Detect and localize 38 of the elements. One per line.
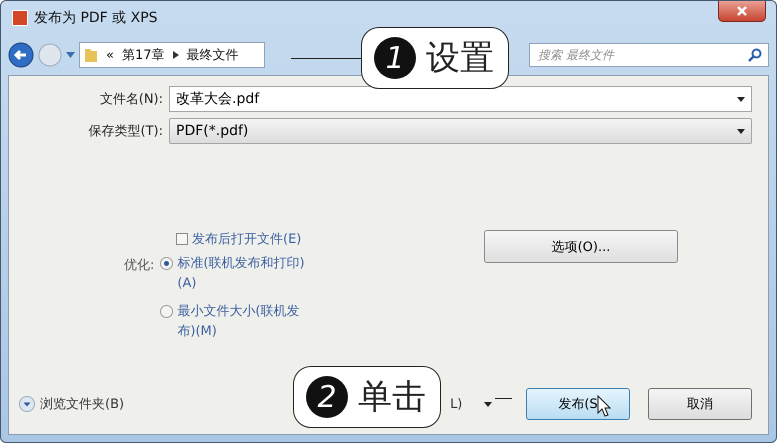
search-field[interactable]: 搜索 最终文件 xyxy=(529,43,769,67)
step-text: 设置 xyxy=(426,37,494,80)
breadcrumb-overflow[interactable]: « xyxy=(106,48,114,62)
tools-button[interactable]: L) xyxy=(450,396,492,412)
dropdown-arrow-icon[interactable] xyxy=(737,96,745,102)
radio-label[interactable]: 标准(联机发布和打印)(A) xyxy=(177,254,318,294)
options-button[interactable]: 选项(O)... xyxy=(484,230,678,263)
folder-icon xyxy=(84,47,98,63)
radio-button[interactable] xyxy=(160,305,174,318)
checkbox[interactable] xyxy=(176,233,188,245)
chevron-icon[interactable] xyxy=(172,51,179,59)
cancel-button[interactable]: 取消 xyxy=(648,388,752,420)
field-label: 文件名(N): xyxy=(98,91,164,108)
file-type-dropdown[interactable]: PDF(*.pdf) xyxy=(169,118,752,144)
leader-line xyxy=(495,398,512,399)
back-icon[interactable] xyxy=(8,42,34,68)
search-input[interactable]: 搜索 最终文件 xyxy=(536,47,748,63)
breadcrumb-item[interactable]: 最终文件 xyxy=(186,46,239,64)
address-bar[interactable]: « 第17章 最终文件 xyxy=(79,42,265,68)
radio-label[interactable]: 最小文件大小(联机发布)(M) xyxy=(177,302,318,342)
dropdown-arrow-icon[interactable] xyxy=(484,402,492,406)
field-label: 保存类型(T): xyxy=(88,123,164,140)
step-number: 1 xyxy=(374,37,416,79)
file-name-field[interactable]: 改革大会.pdf xyxy=(169,86,752,112)
dropdown-arrow-icon[interactable] xyxy=(737,128,745,134)
breadcrumb-item[interactable]: 第17章 xyxy=(122,46,165,64)
optimize-label: 优化: xyxy=(124,257,154,275)
checkbox-label[interactable]: 发布后打开文件(E) xyxy=(192,230,302,248)
radio-button[interactable] xyxy=(160,257,174,270)
browse-folders-toggle[interactable]: 浏览文件夹(B) xyxy=(19,395,124,413)
history-dropdown-icon[interactable] xyxy=(66,52,75,58)
step-number: 2 xyxy=(306,376,348,418)
search-icon[interactable] xyxy=(748,48,762,62)
step-text: 单击 xyxy=(358,376,426,419)
publish-button[interactable]: 发布(S xyxy=(526,388,630,420)
expand-icon[interactable] xyxy=(19,396,35,412)
cursor-icon xyxy=(597,395,611,417)
window-title: 发布为 PDF 或 XPS xyxy=(34,9,158,27)
